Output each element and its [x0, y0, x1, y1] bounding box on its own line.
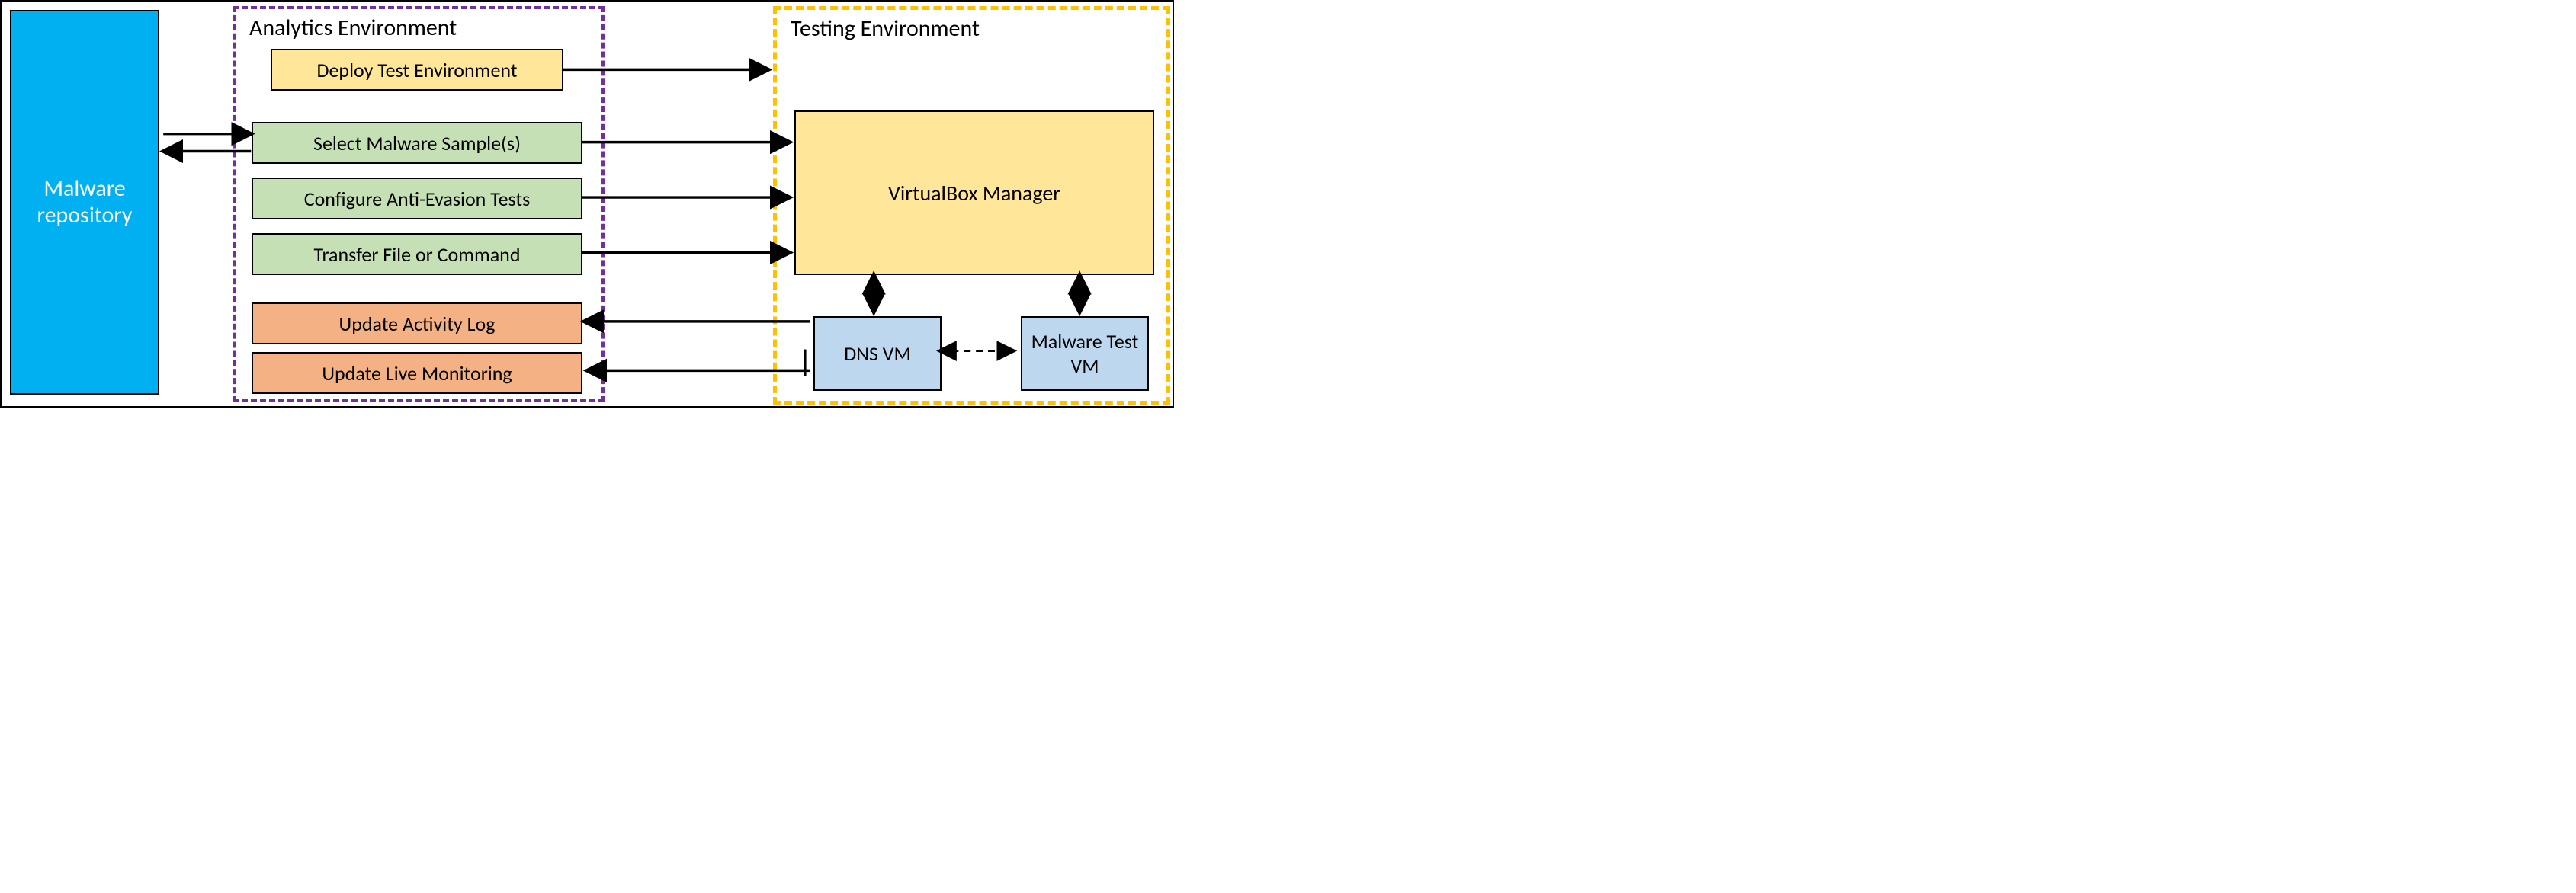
dns-vm-label: DNS VM — [844, 341, 911, 366]
step-monitor: Update Live Monitoring — [252, 352, 582, 394]
step-select-label: Select Malware Sample(s) — [313, 131, 521, 155]
diagram-canvas: Malware repository Analytics Environment… — [0, 0, 1174, 408]
step-transfer-label: Transfer File or Command — [313, 242, 520, 267]
malware-repository-label: Malware repository — [11, 176, 158, 229]
step-transfer: Transfer File or Command — [252, 233, 582, 275]
step-config: Configure Anti-Evasion Tests — [252, 178, 582, 219]
analytics-title: Analytics Environment — [249, 14, 457, 42]
testing-title: Testing Environment — [791, 14, 980, 43]
malware-test-vm-label: Malware Test VM — [1022, 329, 1147, 378]
virtualbox-manager-label: VirtualBox Manager — [888, 180, 1060, 206]
malware-repository-box: Malware repository — [10, 10, 159, 395]
step-log-label: Update Activity Log — [339, 312, 496, 336]
step-monitor-label: Update Live Monitoring — [322, 361, 512, 386]
step-deploy: Deploy Test Environment — [271, 49, 563, 91]
dns-vm-box: DNS VM — [813, 316, 942, 391]
step-log: Update Activity Log — [252, 302, 582, 344]
step-config-label: Configure Anti-Evasion Tests — [304, 187, 531, 211]
step-select: Select Malware Sample(s) — [252, 122, 582, 164]
malware-test-vm-box: Malware Test VM — [1021, 316, 1149, 391]
virtualbox-manager-box: VirtualBox Manager — [794, 110, 1154, 275]
step-deploy-label: Deploy Test Environment — [316, 58, 517, 82]
